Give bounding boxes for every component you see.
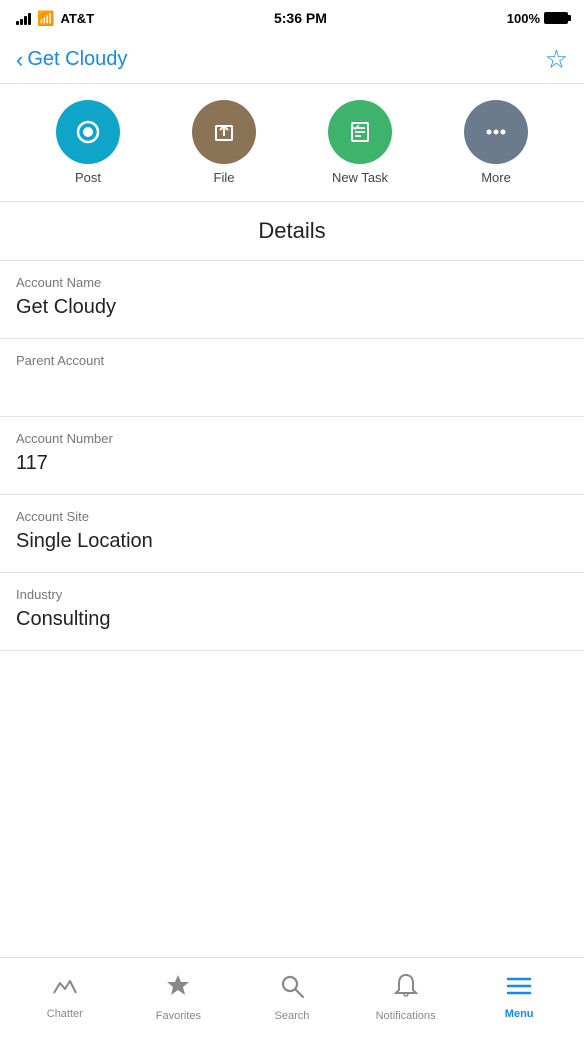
- more-label: More: [481, 170, 511, 185]
- industry-value: Consulting: [16, 608, 568, 636]
- status-carrier: 📶 AT&T: [16, 10, 94, 27]
- tab-search[interactable]: Search: [235, 973, 349, 1022]
- notifications-icon: [394, 973, 418, 1006]
- content-area: Details Account Name Get Cloudy Parent A…: [0, 202, 584, 731]
- back-chevron-icon: ‹: [16, 49, 23, 71]
- menu-label: Menu: [505, 1008, 534, 1020]
- status-time: 5:36 PM: [274, 10, 327, 26]
- action-new-task[interactable]: New Task: [328, 100, 392, 185]
- post-circle-icon: [56, 100, 120, 164]
- quick-actions-bar: Post File New Task: [0, 84, 584, 202]
- action-post[interactable]: Post: [56, 100, 120, 185]
- file-svg-icon: [208, 116, 240, 148]
- back-button[interactable]: ‹ Get Cloudy: [16, 48, 127, 71]
- industry-field: Industry Consulting: [0, 573, 584, 651]
- account-site-field: Account Site Single Location: [0, 495, 584, 573]
- carrier-name: AT&T: [60, 11, 94, 26]
- new-task-circle-icon: [328, 100, 392, 164]
- post-svg-icon: [72, 116, 104, 148]
- favorites-label: Favorites: [156, 1010, 201, 1022]
- account-number-label: Account Number: [16, 431, 568, 446]
- post-label: Post: [75, 170, 101, 185]
- search-icon: [279, 973, 305, 1006]
- chatter-label: Chatter: [47, 1008, 83, 1020]
- back-label: Get Cloudy: [27, 48, 127, 71]
- account-number-field: Account Number 117: [0, 417, 584, 495]
- account-name-label: Account Name: [16, 275, 568, 290]
- battery-percent: 100%: [507, 11, 540, 26]
- tab-favorites[interactable]: Favorites: [122, 973, 236, 1022]
- task-svg-icon: [344, 116, 376, 148]
- favorites-icon: [165, 973, 191, 1006]
- account-number-value: 117: [16, 452, 568, 480]
- tab-bar: Chatter Favorites Search Notifications: [0, 957, 584, 1037]
- parent-account-field: Parent Account: [0, 339, 584, 417]
- search-label: Search: [275, 1010, 310, 1022]
- account-site-label: Account Site: [16, 509, 568, 524]
- new-task-label: New Task: [332, 170, 388, 185]
- nav-bar: ‹ Get Cloudy ☆: [0, 36, 584, 84]
- signal-bars-icon: [16, 11, 31, 25]
- battery-icon: [544, 12, 568, 24]
- action-file[interactable]: File: [192, 100, 256, 185]
- action-more[interactable]: More: [464, 100, 528, 185]
- account-name-field: Account Name Get Cloudy: [0, 261, 584, 339]
- favorite-star-button[interactable]: ☆: [545, 44, 568, 75]
- account-name-value: Get Cloudy: [16, 296, 568, 324]
- file-label: File: [214, 170, 235, 185]
- more-svg-icon: [480, 116, 512, 148]
- section-title: Details: [0, 202, 584, 261]
- status-bar: 📶 AT&T 5:36 PM 100%: [0, 0, 584, 36]
- file-circle-icon: [192, 100, 256, 164]
- wifi-icon: 📶: [37, 10, 54, 27]
- tab-menu[interactable]: Menu: [462, 975, 576, 1020]
- status-battery: 100%: [507, 11, 568, 26]
- industry-label: Industry: [16, 587, 568, 602]
- account-site-value: Single Location: [16, 530, 568, 558]
- notifications-label: Notifications: [376, 1010, 436, 1022]
- parent-account-label: Parent Account: [16, 353, 568, 368]
- more-circle-icon: [464, 100, 528, 164]
- tab-notifications[interactable]: Notifications: [349, 973, 463, 1022]
- tab-chatter[interactable]: Chatter: [8, 975, 122, 1020]
- parent-account-value: [16, 374, 568, 402]
- chatter-icon: [52, 975, 78, 1004]
- menu-icon: [506, 975, 532, 1004]
